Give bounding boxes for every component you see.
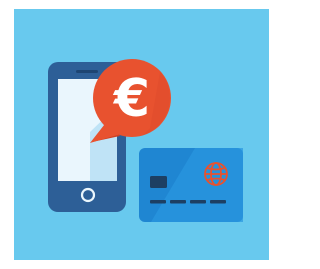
image-frame: € <box>0 0 283 269</box>
mobile-payment-illustration: € <box>48 59 243 222</box>
credit-card-icon <box>139 148 243 222</box>
euro-symbol: € <box>113 69 150 129</box>
phone-earpiece <box>76 70 98 73</box>
card-chip <box>150 176 167 188</box>
